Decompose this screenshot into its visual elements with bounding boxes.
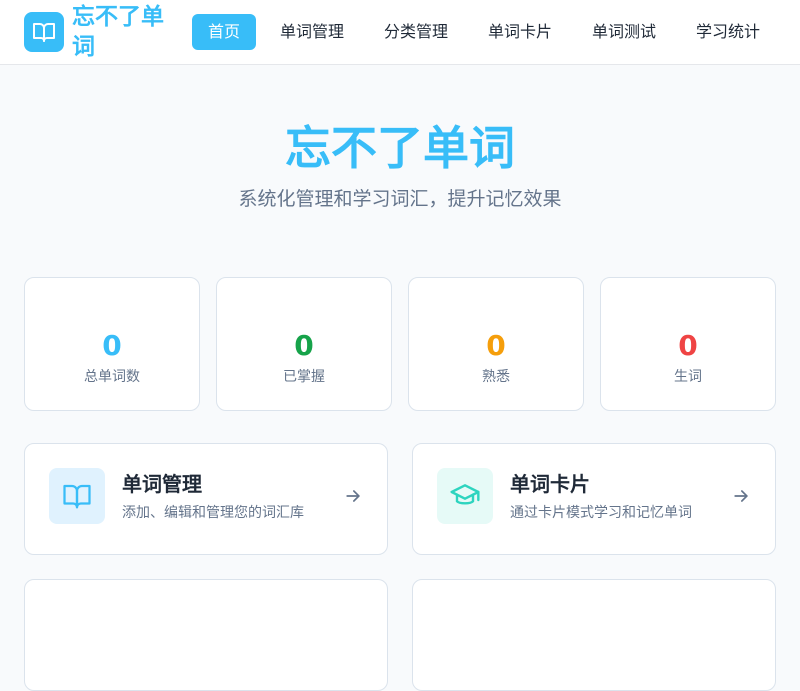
stat-value: 0 [486, 329, 506, 362]
stat-label: 已掌握 [283, 369, 325, 385]
feature-card-word-cards[interactable]: 单词卡片 通过卡片模式学习和记忆单词 [412, 443, 776, 555]
arrow-right-icon [346, 490, 360, 502]
nav-item-statistics[interactable]: 学习统计 [688, 14, 768, 50]
feature-icon-box [49, 468, 105, 524]
stat-label: 熟悉 [482, 369, 510, 385]
stat-card-familiar: 0 熟悉 [408, 277, 584, 411]
feature-card-word-management[interactable]: 单词管理 添加、编辑和管理您的词汇库 [24, 443, 388, 555]
feature-card-partial[interactable] [24, 579, 388, 691]
nav-item-home[interactable]: 首页 [192, 14, 256, 50]
nav-item-word-management[interactable]: 单词管理 [272, 14, 352, 50]
feature-card-partial[interactable] [412, 579, 776, 691]
stat-card-new: 0 生词 [600, 277, 776, 411]
feature-description: 通过卡片模式学习和记忆单词 [510, 505, 692, 521]
hero-title: 忘不了单词 [285, 121, 515, 175]
feature-title: 单词管理 [122, 472, 202, 496]
feature-title: 单词卡片 [510, 472, 590, 496]
stat-value: 0 [294, 329, 314, 362]
hero-subtitle: 系统化管理和学习词汇，提升记忆效果 [238, 188, 562, 210]
top-navbar: 忘不了单词 首页 单词管理 分类管理 单词卡片 单词测试 学习统计 [0, 0, 800, 65]
feature-icon-box [437, 468, 493, 524]
nav-item-word-test[interactable]: 单词测试 [584, 14, 664, 50]
graduation-cap-icon [450, 484, 480, 505]
stat-label: 生词 [674, 369, 702, 385]
stat-value: 0 [102, 329, 122, 362]
stat-label: 总单词数 [84, 369, 140, 385]
open-book-icon [63, 484, 91, 509]
stat-card-total: 0 总单词数 [24, 277, 200, 411]
stat-card-mastered: 0 已掌握 [216, 277, 392, 411]
arrow-right-icon [734, 490, 748, 502]
nav-item-category-management[interactable]: 分类管理 [376, 14, 456, 50]
nav-item-word-cards[interactable]: 单词卡片 [480, 14, 560, 50]
feature-description: 添加、编辑和管理您的词汇库 [122, 505, 304, 521]
stat-value: 0 [678, 329, 698, 362]
main-nav: 首页 单词管理 分类管理 单词卡片 单词测试 学习统计 [0, 14, 800, 50]
